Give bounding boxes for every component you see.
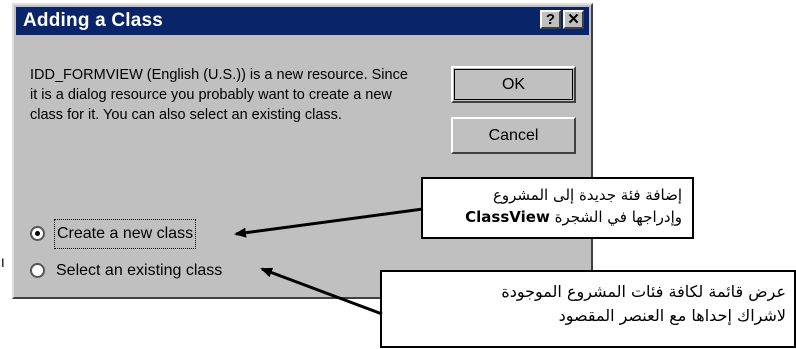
arrow-to-select-existing-class (260, 267, 383, 316)
arrow-to-create-new-class (234, 207, 424, 238)
callout-arrows (234, 207, 424, 316)
